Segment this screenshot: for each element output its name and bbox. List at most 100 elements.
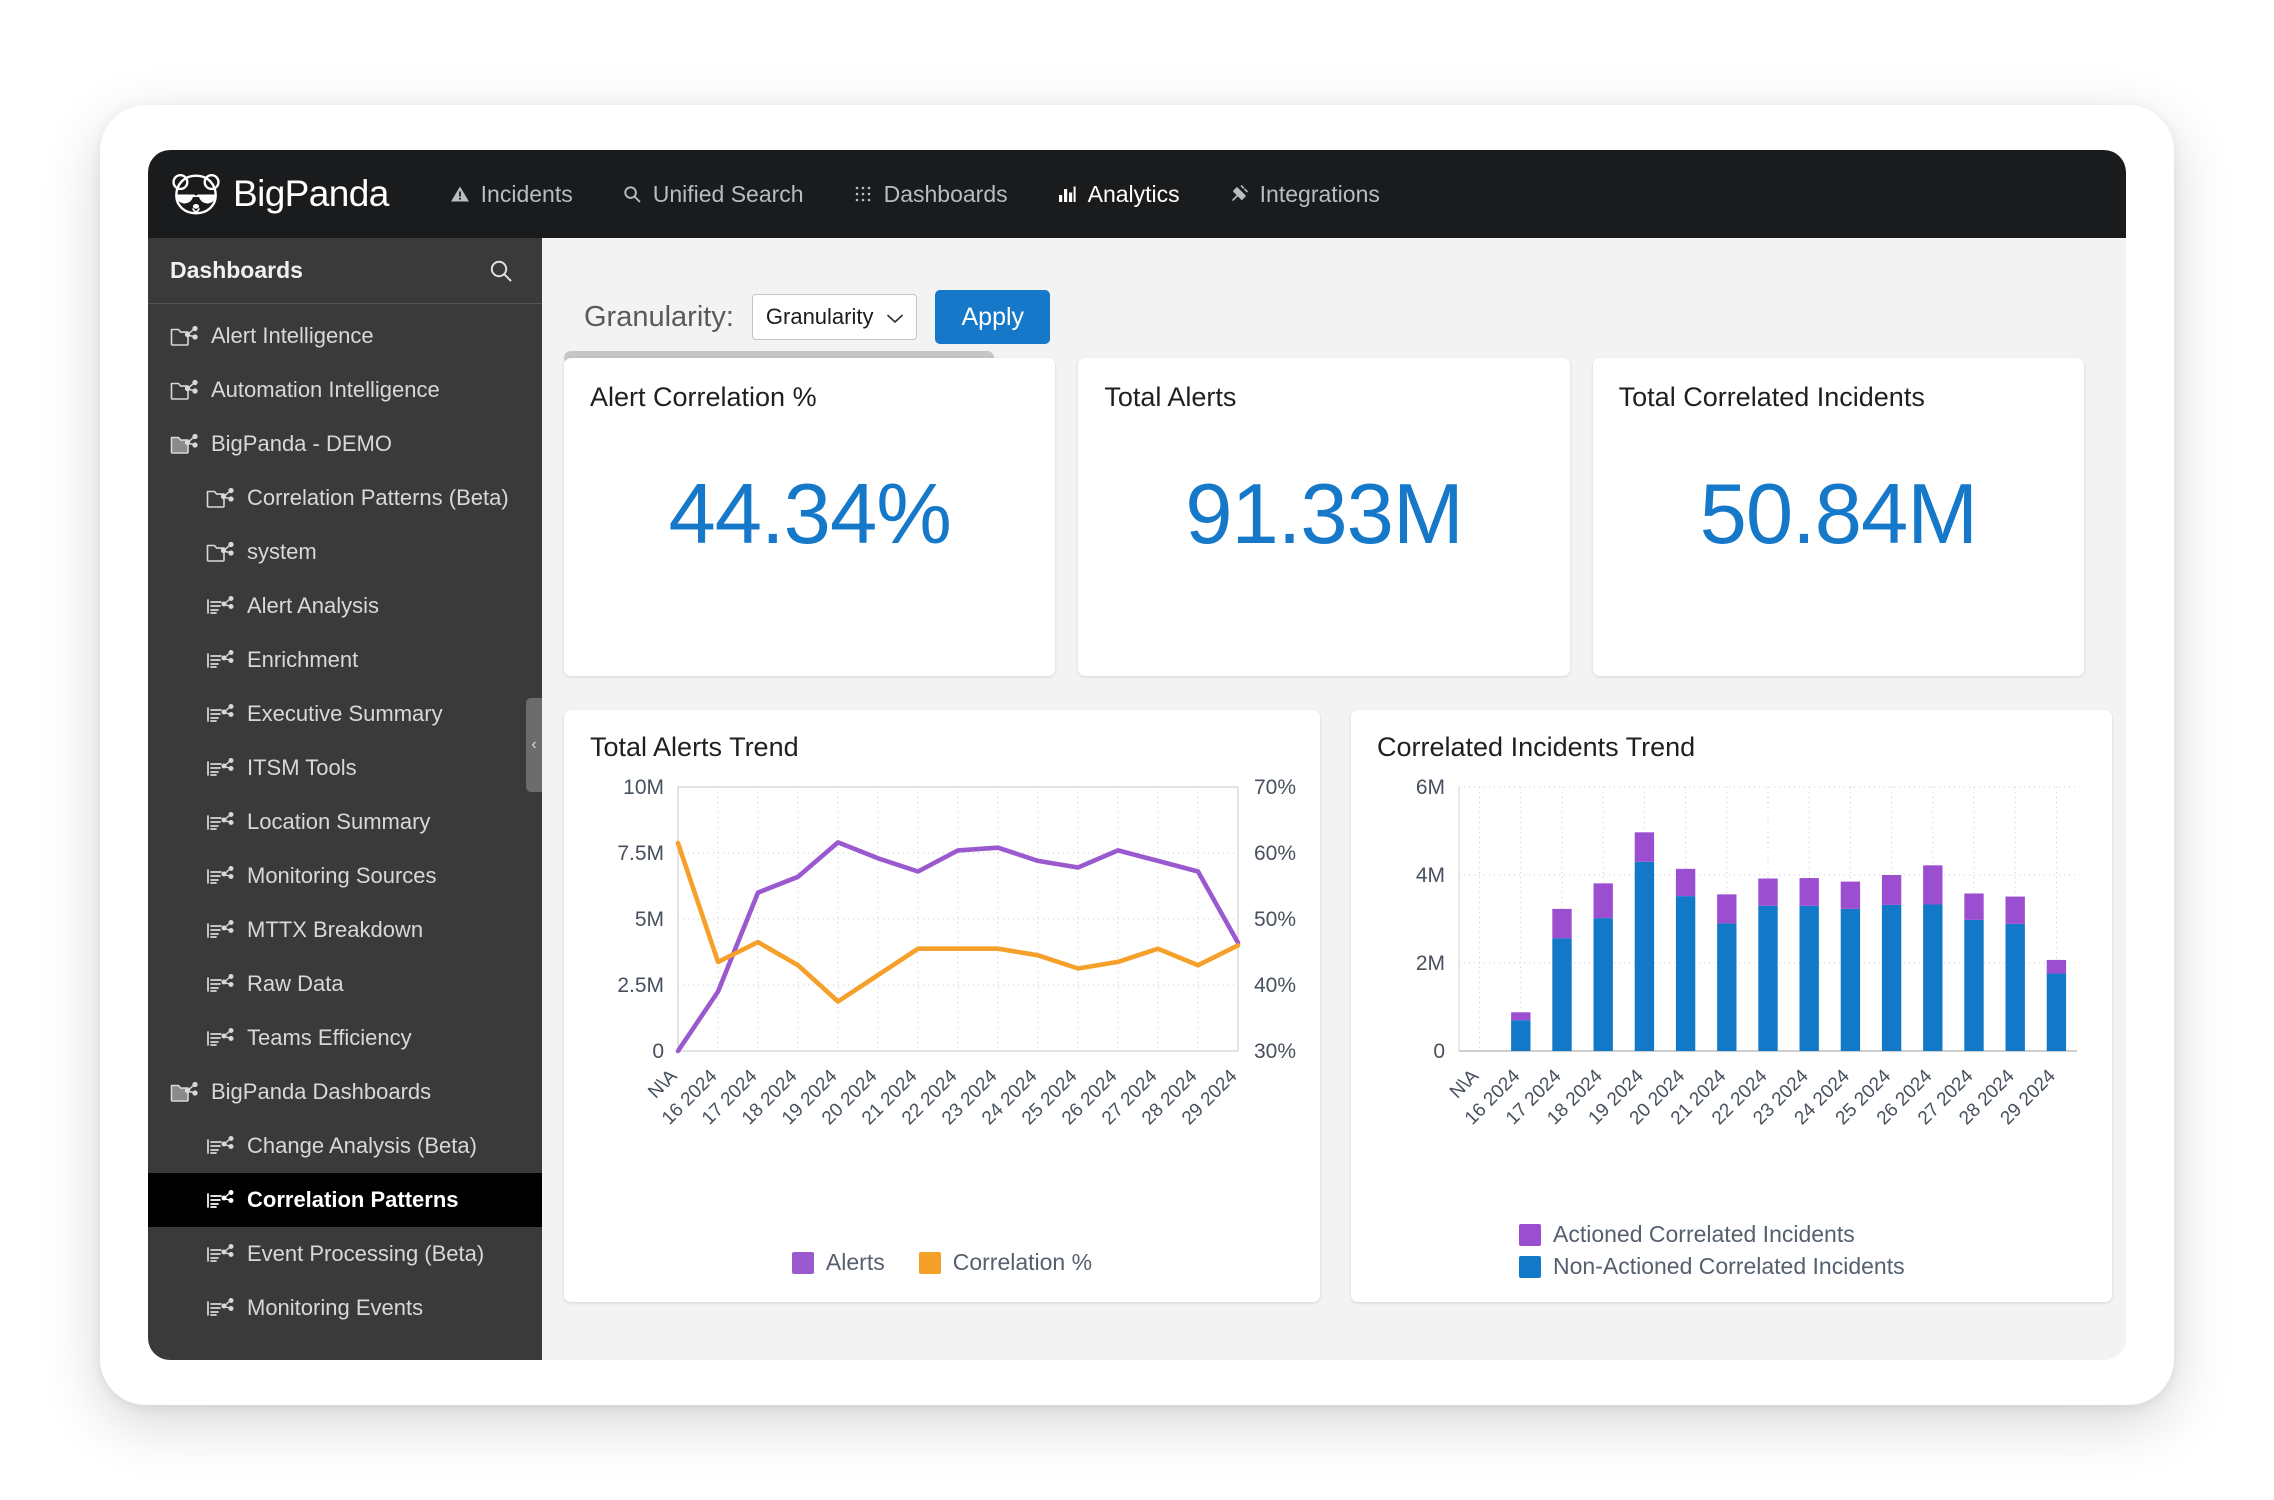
svg-text:60%: 60%	[1254, 842, 1296, 865]
legend-item-actioned[interactable]: Actioned Correlated Incidents	[1519, 1221, 1855, 1248]
dashboard-share-icon	[207, 596, 234, 614]
nav-item-unified-search[interactable]: Unified Search	[597, 150, 828, 238]
sidebar-item-label: system	[247, 539, 317, 564]
dashboard-share-icon	[207, 920, 234, 938]
sidebar-item-teams-efficiency[interactable]: Teams Efficiency	[148, 1011, 542, 1065]
search-icon	[621, 183, 643, 205]
sidebar-item-label: BigPanda - DEMO	[211, 431, 392, 456]
app-window: BigPanda Incidents Unified Search Dashbo…	[100, 105, 2174, 1405]
sidebar-item-label: Automation Intelligence	[211, 377, 440, 402]
dashboard-share-icon	[207, 1028, 234, 1046]
panda-logo-icon	[170, 172, 222, 216]
chevron-left-icon: ‹	[531, 736, 537, 753]
svg-text:4M: 4M	[1416, 864, 1445, 887]
bar-chart-icon	[1056, 183, 1078, 205]
legend-label: Non-Actioned Correlated Incidents	[1553, 1253, 1905, 1279]
sidebar-item-label: Enrichment	[247, 647, 359, 672]
apply-button[interactable]: Apply	[935, 290, 1051, 344]
sidebar-item-system[interactable]: system	[148, 525, 542, 579]
dashboard-share-icon	[207, 1244, 234, 1262]
sidebar-collapse-handle[interactable]: ‹	[526, 698, 542, 792]
sidebar-item-bigpanda-dashboards[interactable]: BigPanda Dashboards	[148, 1065, 542, 1119]
sidebar-item-label: Location Summary	[247, 809, 431, 834]
sidebar-item-location-summary[interactable]: Location Summary	[148, 795, 542, 849]
legend-item-non-actioned[interactable]: Non-Actioned Correlated Incidents	[1519, 1253, 1905, 1280]
sidebar-header: Dashboards	[148, 238, 542, 304]
nav-label-dashboards: Dashboards	[883, 180, 1008, 207]
sidebar-item-label: Monitoring Events	[247, 1295, 424, 1320]
nav-label-integrations: Integrations	[1259, 180, 1380, 207]
sidebar-item-bigpanda-demo[interactable]: BigPanda - DEMO	[148, 417, 542, 471]
svg-text:10M: 10M	[623, 776, 664, 799]
dashboard-share-icon	[207, 704, 234, 722]
legend-item-correlation[interactable]: Correlation %	[918, 1249, 1092, 1276]
line-chart-total-alerts-trend[interactable]: 02.5M5M7.5M10M30%40%50%60%70%N\A16 20241…	[590, 773, 1320, 1203]
nav-item-dashboards[interactable]: Dashboards	[828, 150, 1032, 238]
kpi-card-total-correlated-incidents: Total Correlated Incidents 50.84M	[1592, 358, 2084, 676]
sidebar-item-change-analysis-beta[interactable]: Change Analysis (Beta)	[148, 1119, 542, 1173]
sidebar-item-label: MTTX Breakdown	[247, 917, 424, 942]
sidebar-item-alert-analysis[interactable]: Alert Analysis	[148, 579, 542, 633]
folder-share-icon	[170, 325, 198, 346]
plug-icon	[1228, 183, 1250, 205]
granularity-select[interactable]: Granularity	[751, 294, 918, 340]
legend-item-alerts[interactable]: Alerts	[791, 1249, 885, 1276]
svg-text:30%: 30%	[1254, 1040, 1296, 1063]
kpi-title: Total Alerts	[1104, 382, 1237, 412]
svg-text:0: 0	[652, 1040, 664, 1063]
chart-legend: Alerts Correlation %	[564, 1249, 1320, 1276]
dashboard-share-icon	[207, 866, 234, 884]
chart-card-correlated-incidents-trend: Correlated Incidents Trend 0 2M 4M 6M N\A 16 …	[1351, 710, 2112, 1302]
sidebar-item-correlation-patterns-beta[interactable]: Correlation Patterns (Beta)	[148, 471, 542, 525]
sidebar-item-monitoring-events[interactable]: Monitoring Events	[148, 1281, 542, 1335]
sidebar-item-executive-summary[interactable]: Executive Summary	[148, 687, 542, 741]
nav-item-incidents[interactable]: Incidents	[425, 150, 597, 238]
svg-text:5M: 5M	[635, 908, 664, 931]
sidebar-search-icon[interactable]	[488, 258, 514, 284]
dashboard-share-icon	[207, 1298, 234, 1316]
sidebar-item-mttx-breakdown[interactable]: MTTX Breakdown	[148, 903, 542, 957]
svg-text:7.5M: 7.5M	[617, 842, 664, 865]
legend-label: Alerts	[825, 1249, 885, 1275]
nav-label-analytics: Analytics	[1087, 180, 1180, 207]
folder-open-share-icon	[170, 433, 198, 454]
nav-item-analytics[interactable]: Analytics	[1032, 150, 1204, 238]
legend-swatch	[791, 1251, 814, 1274]
svg-text:40%: 40%	[1254, 974, 1296, 997]
nav-item-integrations[interactable]: Integrations	[1204, 150, 1404, 238]
sidebar-item-correlation-patterns[interactable]: Correlation Patterns	[148, 1173, 542, 1227]
screenshot-root: BigPanda Incidents Unified Search Dashbo…	[0, 0, 2274, 1500]
legend-label: Actioned Correlated Incidents	[1553, 1221, 1855, 1247]
bar-chart-correlated-incidents-trend[interactable]: 02M4M6MN\A16 202417 202418 202419 202420…	[1377, 773, 2112, 1203]
main-content: Granularity: Granularity Apply Alert Cor…	[542, 238, 2126, 1360]
svg-text:50%: 50%	[1254, 908, 1296, 931]
chart-title: Correlated Incidents Trend	[1377, 732, 1696, 762]
sidebar-item-alert-intelligence[interactable]: Alert Intelligence	[148, 309, 542, 363]
sidebar-item-label: BigPanda Dashboards	[211, 1079, 432, 1104]
sidebar-item-enrichment[interactable]: Enrichment	[148, 633, 542, 687]
sidebar-item-label: Event Processing (Beta)	[247, 1241, 485, 1266]
nav-label-incidents: Incidents	[480, 180, 573, 207]
filters-toolbar: Granularity: Granularity Apply	[542, 238, 2126, 365]
top-navigation-bar: BigPanda Incidents Unified Search Dashbo…	[148, 150, 2126, 238]
dashboard-share-icon	[207, 1136, 234, 1154]
chart-card-total-alerts-trend: Total Alerts Trend 0 2.5M 5M 7.5M 10M 30% 40% 5…	[564, 710, 1320, 1302]
folder-share-icon	[170, 379, 198, 400]
sidebar-item-label: Correlation Patterns (Beta)	[247, 485, 509, 510]
sidebar-item-automation-intelligence[interactable]: Automation Intelligence	[148, 363, 542, 417]
sidebar-item-raw-data[interactable]: Raw Data	[148, 957, 542, 1011]
kpi-value: 50.84M	[1699, 467, 1979, 563]
granularity-label: Granularity:	[584, 300, 734, 333]
svg-text:6M: 6M	[1416, 776, 1445, 799]
dashboard-share-icon	[207, 812, 234, 830]
sidebar-item-event-processing-beta[interactable]: Event Processing (Beta)	[148, 1227, 542, 1281]
brand-name: BigPanda	[233, 173, 389, 214]
sidebar-item-itsm-tools[interactable]: ITSM Tools	[148, 741, 542, 795]
sidebar-title: Dashboards	[170, 257, 303, 283]
chart-row: Total Alerts Trend 0 2.5M 5M 7.5M 10M 30% 40% 5…	[542, 676, 2126, 1302]
body-area: Dashboards Alert Intelligence Automation …	[148, 238, 2126, 1360]
svg-text:70%: 70%	[1254, 776, 1296, 799]
sidebar-item-label: Change Analysis (Beta)	[247, 1133, 477, 1158]
sidebar-item-monitoring-sources[interactable]: Monitoring Sources	[148, 849, 542, 903]
brand[interactable]: BigPanda	[170, 172, 389, 216]
